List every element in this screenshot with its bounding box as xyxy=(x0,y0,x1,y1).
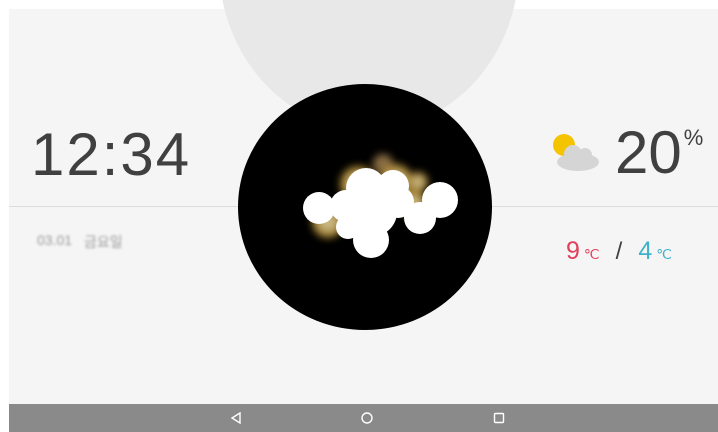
home-circle-icon[interactable] xyxy=(357,408,377,428)
low-temp-value: 4 xyxy=(638,237,653,265)
home-screen: 12:34 03.01 금요일 20 % 9 ℃ / 4 ℃ xyxy=(9,0,718,432)
weekday-text: 금요일 xyxy=(84,234,123,250)
current-temp-unit: % xyxy=(683,125,704,150)
date-row: 03.01 금요일 xyxy=(37,232,123,252)
low-temp-unit: ℃ xyxy=(656,246,672,262)
high-temp-value: 9 xyxy=(566,237,580,265)
cloud-burst-icon xyxy=(303,154,458,258)
range-separator: / xyxy=(615,238,623,265)
date-text: 03.01 xyxy=(37,232,73,248)
current-temp-value: 20 xyxy=(615,119,682,186)
partly-cloudy-icon xyxy=(544,131,604,177)
weather-animation-orb[interactable] xyxy=(238,84,492,330)
current-temperature: 20 % xyxy=(615,118,703,188)
high-temp-unit: ℃ xyxy=(583,246,600,262)
navigation-bar xyxy=(9,404,718,432)
clock-time: 12:34 xyxy=(31,121,192,188)
back-triangle-icon[interactable] xyxy=(226,408,246,428)
temperature-range: 9 ℃ / 4 ℃ xyxy=(566,236,672,269)
recents-square-icon[interactable] xyxy=(489,408,509,428)
